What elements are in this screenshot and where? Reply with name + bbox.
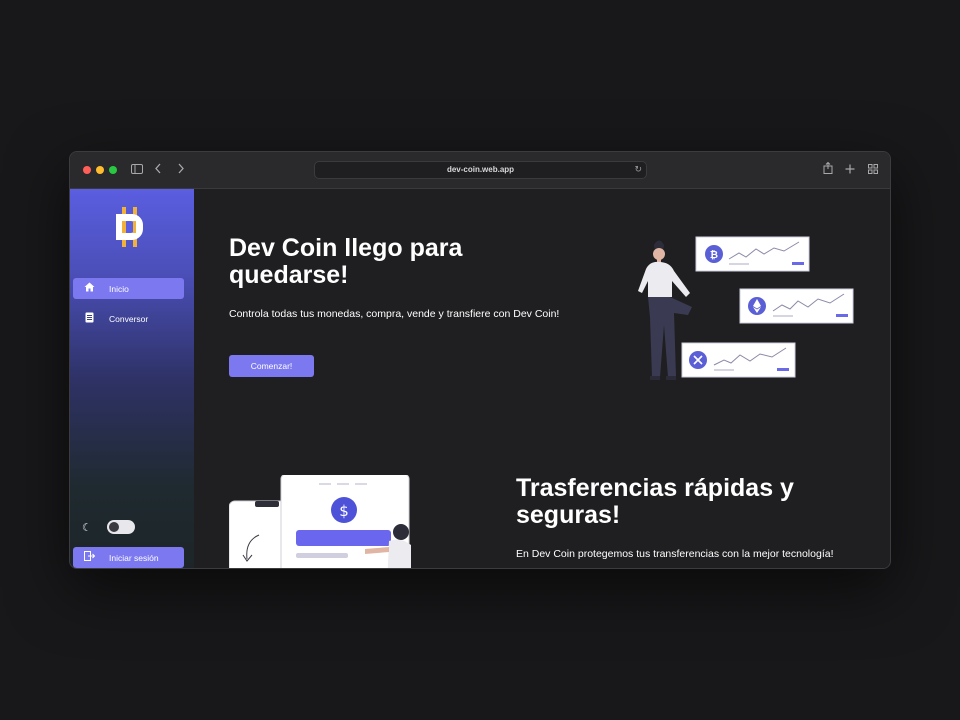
tab-overview-icon[interactable] bbox=[864, 161, 882, 179]
toggle-knob bbox=[109, 522, 119, 532]
dark-mode-toggle[interactable] bbox=[107, 520, 135, 534]
sidebar-item-label: Inicio bbox=[109, 283, 129, 294]
transfer-illustration: $ bbox=[228, 473, 419, 568]
sidebar-toggle-icon[interactable] bbox=[128, 161, 146, 179]
document-icon bbox=[81, 312, 97, 326]
new-tab-icon[interactable] bbox=[841, 161, 859, 179]
close-window-button[interactable] bbox=[83, 166, 91, 174]
dev-coin-logo[interactable] bbox=[113, 207, 147, 247]
start-button[interactable]: Comenzar! bbox=[229, 355, 314, 377]
login-icon bbox=[81, 551, 97, 564]
sidebar-item-label: Conversor bbox=[109, 313, 149, 324]
forward-icon[interactable] bbox=[172, 161, 190, 179]
moon-icon: ☾ bbox=[82, 522, 92, 534]
browser-toolbar: dev-coin.web.app ↻ bbox=[70, 152, 890, 189]
svg-text:$: $ bbox=[339, 502, 349, 520]
hero-subtitle: Controla todas tus monedas, compra, vend… bbox=[229, 308, 560, 320]
main-content: Dev Coin llego para quedarse! Controla t… bbox=[194, 189, 890, 568]
minimize-window-button[interactable] bbox=[96, 166, 104, 174]
maximize-window-button[interactable] bbox=[109, 166, 117, 174]
login-label: Iniciar sesión bbox=[109, 552, 159, 563]
section-subtitle: En Dev Coin protegemos tus transferencia… bbox=[516, 548, 834, 560]
reload-icon[interactable]: ↻ bbox=[634, 164, 642, 175]
share-icon[interactable] bbox=[819, 161, 837, 179]
hero-illustration: ₿ bbox=[634, 233, 864, 395]
browser-window: dev-coin.web.app ↻ Inicio Conversor ☾ In… bbox=[69, 151, 891, 569]
home-icon bbox=[81, 282, 97, 295]
svg-text:₿: ₿ bbox=[710, 249, 718, 261]
url-text: dev-coin.web.app bbox=[446, 165, 515, 174]
back-icon[interactable] bbox=[149, 161, 167, 179]
sidebar-item-inicio[interactable]: Inicio bbox=[73, 278, 184, 299]
section-title: Trasferencias rápidas y seguras! bbox=[516, 474, 794, 529]
sidebar: Inicio Conversor ☾ Iniciar sesión bbox=[70, 189, 194, 568]
address-bar[interactable]: dev-coin.web.app ↻ bbox=[314, 161, 647, 179]
sidebar-item-conversor[interactable]: Conversor bbox=[73, 308, 184, 329]
login-button[interactable]: Iniciar sesión bbox=[73, 547, 184, 568]
hero-title: Dev Coin llego para quedarse! bbox=[229, 234, 463, 289]
